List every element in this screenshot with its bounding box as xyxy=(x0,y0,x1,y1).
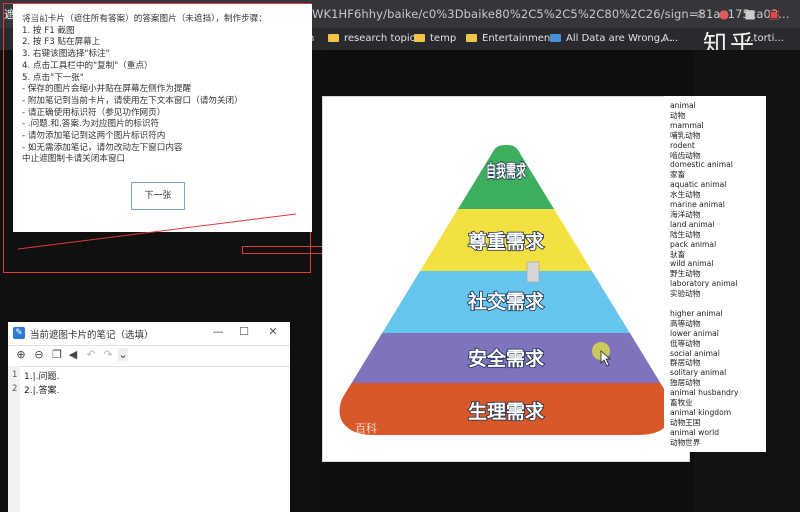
instruction-line: - 请正确使用标识符（参见功作网页） xyxy=(22,107,166,118)
list-item: 水生动物 xyxy=(670,190,701,200)
list-item: aquatic animal xyxy=(670,180,727,190)
minimize-icon[interactable]: — xyxy=(211,325,225,338)
extension-icon[interactable]: ■ xyxy=(742,6,758,22)
list-item: lower animal xyxy=(670,328,719,338)
pyramid-label: 安全需求 xyxy=(468,347,545,370)
list-item: 畜牧业 xyxy=(670,398,693,407)
page-icon xyxy=(550,34,561,42)
app-icon: ✎ xyxy=(13,327,25,339)
instruction-line: - .问题.和.答案.为对应图片的标识符 xyxy=(22,119,160,130)
line-number: 2 xyxy=(12,384,18,394)
line-number: 1 xyxy=(12,370,18,380)
list-item: 独居动物 xyxy=(670,378,701,388)
image-watermark: 百科 xyxy=(355,422,377,435)
pyramid-label: 生理需求 xyxy=(468,400,545,423)
card-panel: 将当前卡片（遮住所有答案）的答案图片（未遮挡），制作步骤： 1. 按 F1 截图… xyxy=(13,4,312,232)
copy-icon[interactable]: ❐ xyxy=(50,348,64,361)
list-item: 高等动物 xyxy=(670,318,701,328)
list-item: mammal xyxy=(670,120,704,130)
close-icon[interactable]: ✕ xyxy=(266,325,280,338)
note-line: 2.|.答案. xyxy=(24,386,60,396)
instruction-line: - 请勿添加笔记到这两个图片标识符内 xyxy=(22,131,166,142)
zoom-in-icon[interactable]: ⊕ xyxy=(14,348,28,361)
folder-icon xyxy=(414,34,425,42)
list-item: 实验动物 xyxy=(670,289,701,299)
list-item: 啮齿动物 xyxy=(670,150,701,160)
list-item: rodent xyxy=(670,140,695,150)
folder-icon xyxy=(328,34,339,42)
folder-icon xyxy=(466,34,477,42)
notes-editor[interactable]: 1.|.问题. 2.|.答案. xyxy=(20,366,290,512)
pyramid-label: 自我需求 xyxy=(486,161,526,182)
bookmark-temp[interactable]: temp xyxy=(414,31,456,47)
list-item: wild animal xyxy=(670,259,714,269)
list-item: 陆生动物 xyxy=(670,229,701,239)
list-item: domestic animal xyxy=(670,160,733,170)
list-item: 低等动物 xyxy=(670,338,701,348)
instruction-line: - 保存的图片会缩小并贴在屏幕左侧作为提醒 xyxy=(22,84,192,95)
list-item: 海洋动物 xyxy=(670,209,701,219)
bookmark-partial-right[interactable]: A... xyxy=(662,31,678,47)
list-item: higher animal xyxy=(670,308,723,318)
bookmark-entertainment[interactable]: Entertainment xyxy=(466,31,554,47)
list-item: 哺乳动物 xyxy=(670,130,701,140)
annotation-rectangle xyxy=(242,246,326,254)
instruction-line: - 附加笔记到当前卡片，请使用左下文本窗口（请勿关闭） xyxy=(22,95,243,106)
redo-icon[interactable]: ↷ xyxy=(101,348,115,361)
extension-icon[interactable]: ▣ xyxy=(766,6,782,22)
instruction-line: 将当前卡片（遮住所有答案）的答案图片（未遮挡），制作步骤： xyxy=(22,14,267,24)
list-item: marine animal xyxy=(670,200,725,209)
maximize-icon[interactable]: ☐ xyxy=(237,325,251,338)
zoom-out-icon[interactable]: ⊖ xyxy=(32,348,46,361)
list-item: pack animal xyxy=(670,239,717,249)
next-card-button[interactable]: 下一张 xyxy=(131,182,185,210)
list-item: 驮畜 xyxy=(670,249,686,259)
list-item: animal world xyxy=(670,427,720,437)
maslow-pyramid: 自我需求 尊重需求 社交需求 安全需求 生理需求 xyxy=(339,145,673,435)
list-item: 野生动物 xyxy=(670,269,701,279)
list-item: 动物 xyxy=(670,110,686,120)
card-title: 遮图卡片 xyxy=(4,8,48,21)
note-line: 1.|.问题. xyxy=(24,372,60,382)
instruction-line: - 如无需添加笔记，请勿改动左下窗口内容 xyxy=(22,142,183,153)
list-item: 动物王国 xyxy=(670,417,701,427)
more-icon[interactable]: ⌄ xyxy=(118,348,128,361)
instruction-line: 2. 按 F3 贴在屏幕上 xyxy=(22,37,101,48)
bookmark-all-data[interactable]: All Data are Wrong,... xyxy=(550,31,673,47)
instruction-line: 4. 点击工具栏中的"复制"（重点） xyxy=(22,60,153,71)
notes-toolbar: ⊕ ⊖ ❐ ◀ ↶ ↷ ⌄ xyxy=(8,345,290,367)
pasted-image[interactable]: 自我需求 尊重需求 社交需求 安全需求 生理需求 百科 xyxy=(322,96,690,462)
pyramid-label: 社交需求 xyxy=(467,290,545,313)
instruction-line: 1. 按 F1 截图 xyxy=(22,25,75,36)
list-item: laboratory animal xyxy=(670,279,738,289)
notes-title: 当前遮图卡片的笔记（选填） xyxy=(30,330,154,341)
list-item: solitary animal xyxy=(670,368,727,378)
instruction-line: 3. 右键该图选择"标注" xyxy=(22,49,110,60)
list-item: animal husbandry xyxy=(670,388,739,398)
list-item: social animal xyxy=(670,348,720,358)
undo-icon[interactable]: ↶ xyxy=(84,348,98,361)
bookmark-research-topics[interactable]: research topics xyxy=(328,31,420,47)
speaker-icon[interactable]: ◀ xyxy=(66,348,80,361)
pyramid-label: 尊重需求 xyxy=(468,230,545,253)
list-item: land animal xyxy=(670,219,715,229)
star-icon[interactable]: ☆ xyxy=(692,6,708,22)
list-item: 家畜 xyxy=(670,170,686,180)
list-item: 群居动物 xyxy=(670,358,701,368)
notes-window: ✎ 当前遮图卡片的笔记（选填） — ☐ ✕ ⊕ ⊖ ❐ ◀ ↶ ↷ ⌄ 1 2 … xyxy=(8,322,290,512)
instruction-line: 5. 点击"下一张" xyxy=(22,72,84,83)
instruction-line: 中止遮图制卡请关闭本窗口 xyxy=(22,154,126,165)
vocabulary-list: animal 动物 mammal 哺乳动物 rodent 啮齿动物 domestic ani… xyxy=(664,96,766,452)
list-item: animal xyxy=(670,101,696,110)
list-item: animal kingdom xyxy=(670,407,732,417)
line-number-gutter: 1 2 xyxy=(8,366,20,512)
list-item: 动物世界 xyxy=(670,437,701,447)
card-instructions: 将当前卡片（遮住所有答案）的答案图片（未遮挡），制作步骤： 1. 按 F1 截图… xyxy=(22,14,267,166)
notes-titlebar[interactable]: ✎ 当前遮图卡片的笔记（选填） — ☐ ✕ xyxy=(8,322,290,344)
scrollbar-thumb[interactable] xyxy=(526,261,540,283)
extension-icon[interactable]: ● xyxy=(716,6,732,22)
